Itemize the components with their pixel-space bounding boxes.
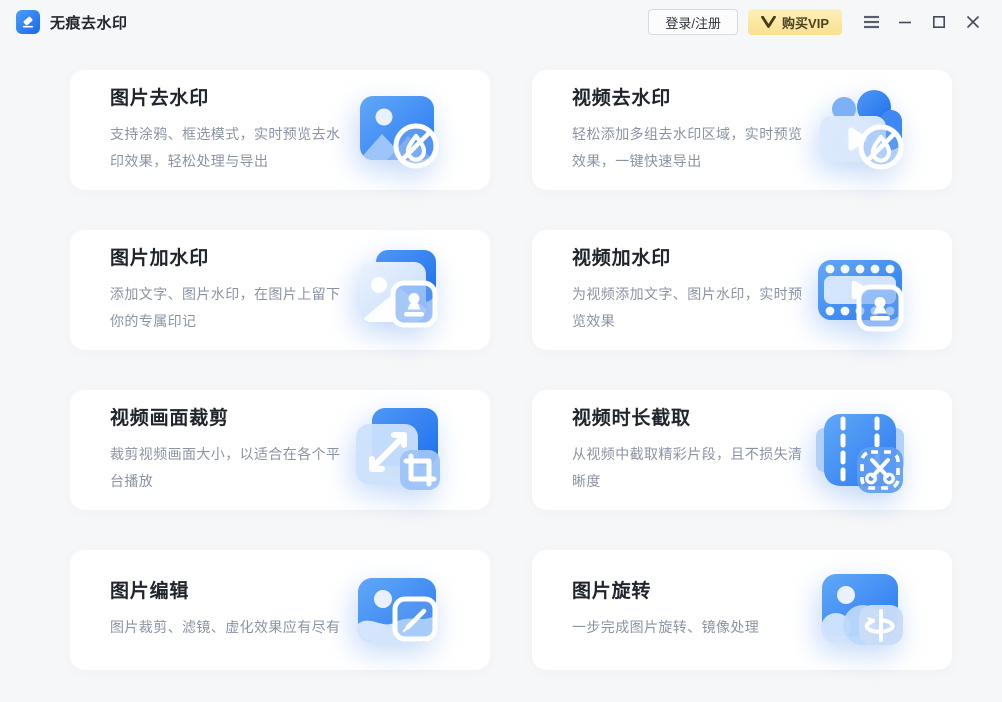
card-title: 图片加水印 — [110, 247, 210, 269]
card-title: 图片旋转 — [572, 581, 652, 602]
card-description: 图片裁剪、滤镜、虚化效果应有尽有 — [110, 619, 341, 635]
video-trim-icon — [812, 402, 908, 498]
card-video-crop[interactable]: 视频画面裁剪 裁剪视频画面大小，以适合在各个平台播放 — [70, 390, 490, 510]
app-title: 无痕去水印 — [50, 14, 128, 32]
card-title: 视频画面裁剪 — [110, 407, 229, 429]
card-description: 一步完成图片旋转、镜像处理 — [572, 619, 760, 635]
vip-v-icon — [761, 16, 776, 28]
card-title: 图片去水印 — [110, 87, 210, 109]
card-description: 为视频添加文字、图片水印，实时预览效果 — [572, 285, 803, 329]
card-title: 视频加水印 — [572, 247, 672, 269]
menu-icon — [863, 15, 879, 29]
menu-button[interactable] — [854, 6, 888, 38]
app-logo — [16, 10, 40, 34]
card-title: 图片编辑 — [110, 581, 190, 602]
card-image-add-watermark[interactable]: 图片加水印 添加文字、图片水印，在图片上留下你的专属印记 — [70, 230, 490, 350]
login-register-button[interactable]: 登录/注册 — [648, 9, 739, 35]
login-register-label: 登录/注册 — [665, 15, 722, 31]
video-remove-watermark-icon — [812, 82, 908, 178]
image-edit-icon — [350, 562, 446, 658]
card-image-remove-watermark[interactable]: 图片去水印 支持涂鸦、框选模式，实时预览去水印效果，轻松处理与导出 — [70, 70, 490, 190]
card-image-rotate[interactable]: 图片旋转 一步完成图片旋转、镜像处理 — [532, 550, 952, 670]
image-add-watermark-icon — [350, 242, 446, 338]
card-title: 视频去水印 — [572, 87, 672, 109]
eraser-icon — [22, 16, 34, 28]
card-video-remove-watermark[interactable]: 视频去水印 轻松添加多组去水印区域，实时预览效果，一键快速导出 — [532, 70, 952, 190]
video-crop-icon — [350, 402, 446, 498]
minimize-icon — [899, 21, 911, 24]
window-controls — [854, 6, 990, 38]
buy-vip-button[interactable]: 购买VIP — [748, 9, 842, 35]
card-video-trim[interactable]: 视频时长截取 从视频中截取精彩片段，且不损失清晰度 — [532, 390, 952, 510]
card-description: 裁剪视频画面大小，以适合在各个平台播放 — [110, 445, 341, 489]
image-remove-watermark-icon — [350, 82, 446, 178]
card-description: 支持涂鸦、框选模式，实时预览去水印效果，轻松处理与导出 — [110, 125, 341, 169]
card-description: 从视频中截取精彩片段，且不损失清晰度 — [572, 445, 803, 489]
video-add-watermark-icon — [812, 242, 908, 338]
card-description: 轻松添加多组去水印区域，实时预览效果，一键快速导出 — [572, 125, 803, 169]
maximize-button[interactable] — [922, 6, 956, 38]
card-video-add-watermark[interactable]: 视频加水印 为视频添加文字、图片水印，实时预览效果 — [532, 230, 952, 350]
card-description: 添加文字、图片水印，在图片上留下你的专属印记 — [110, 285, 341, 329]
card-image-edit[interactable]: 图片编辑 图片裁剪、滤镜、虚化效果应有尽有 — [70, 550, 490, 670]
titlebar: 无痕去水印 登录/注册 购买VIP — [0, 0, 1002, 44]
image-rotate-icon — [812, 562, 908, 658]
buy-vip-label: 购买VIP — [782, 15, 829, 31]
close-icon — [966, 15, 980, 29]
maximize-icon — [932, 15, 945, 28]
minimize-button[interactable] — [888, 6, 922, 38]
close-button[interactable] — [956, 6, 990, 38]
card-title: 视频时长截取 — [572, 407, 691, 429]
feature-grid: 图片去水印 支持涂鸦、框选模式，实时预览去水印效果，轻松处理与导出 视频去水印 … — [0, 44, 1002, 670]
